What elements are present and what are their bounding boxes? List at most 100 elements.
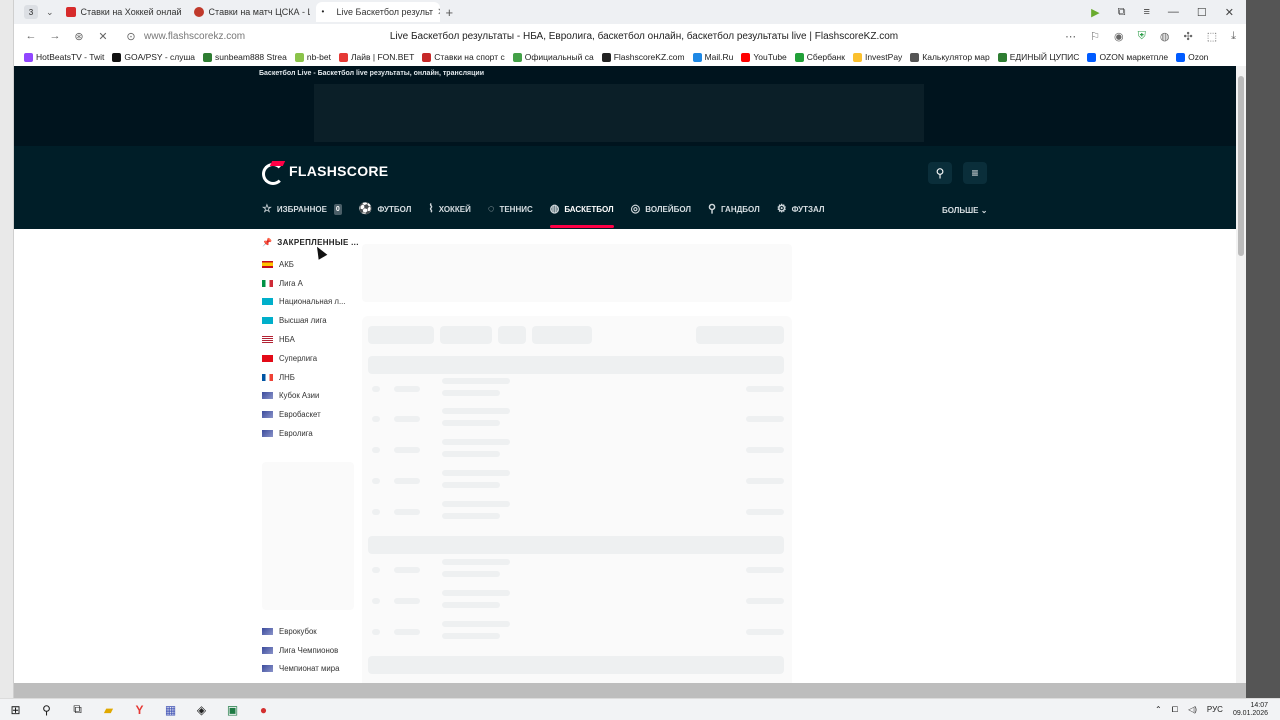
league-item[interactable]: Еврокубок (262, 622, 362, 641)
skeleton-time (394, 629, 420, 635)
bookmark-item[interactable]: HotBeatsTV - Twit (24, 52, 104, 62)
yandex-browser-icon[interactable]: Y (124, 703, 155, 717)
skeleton-time (394, 447, 420, 453)
volume-icon[interactable]: ◁) (1188, 705, 1197, 714)
tab-hockey[interactable]: Ставки на Хоккей онлайн (60, 2, 182, 22)
vpn-icon[interactable]: ◍ (1160, 30, 1170, 43)
search-icon[interactable]: ⚲ (31, 703, 62, 717)
forward-icon[interactable]: → (48, 30, 62, 42)
nav-handball[interactable]: ⚲ ГАНДБОЛ (708, 202, 760, 228)
league-item[interactable]: Евролига (262, 424, 362, 443)
more-icon[interactable]: ⋯ (1065, 30, 1076, 43)
menu-button[interactable]: ≡ (963, 162, 987, 184)
league-label: Кубок Азии (279, 391, 320, 401)
more-menu[interactable]: БОЛЬШЕ ⌄ (942, 206, 987, 215)
bookmark-item[interactable]: GOA/PSY - слуша (112, 52, 195, 62)
league-item[interactable]: Высшая лига (262, 311, 362, 330)
league-item[interactable]: ЛНБ (262, 368, 362, 387)
bookmark-icon[interactable]: ⚐ (1090, 30, 1100, 43)
nav-label: ФУТЗАЛ (791, 205, 825, 214)
tab-count[interactable]: 3 (24, 5, 38, 19)
tab-label: Ставки на матч ЦСКА - Ш (208, 7, 310, 17)
calculator-icon[interactable]: ▦ (155, 703, 186, 717)
collections-icon[interactable]: ⧉ (1118, 6, 1126, 19)
bookmark-item[interactable]: Ставки на спорт с (422, 52, 505, 62)
extensions-icon[interactable]: ⬚ (1207, 30, 1217, 43)
shield-icon[interactable]: ⛨ (1138, 30, 1146, 43)
back-icon[interactable]: ← (24, 30, 38, 42)
home-icon[interactable]: ⊛ (72, 30, 86, 43)
bookmark-item[interactable]: nb-bet (294, 52, 331, 62)
window-controls: ▶ ⧉ ≡ — ☐ ✕ (1091, 6, 1234, 19)
bookmark-item[interactable]: Лайв | FON.BET (338, 52, 414, 62)
skeleton-tab (440, 326, 492, 344)
file-explorer-icon[interactable]: ▰ (93, 703, 124, 717)
tray-chevron-icon[interactable]: ⌃ (1155, 705, 1162, 714)
bookmark-item[interactable]: YouTube (741, 52, 787, 62)
extension-icon[interactable]: ▶ (1091, 6, 1099, 19)
bookmark-favicon-icon (112, 52, 122, 62)
skeleton-team (442, 439, 510, 445)
start-icon[interactable]: ⊞ (0, 703, 31, 717)
nav-hockey[interactable]: ⌇ ХОККЕЙ (428, 202, 471, 228)
scrollbar-thumb[interactable] (1238, 76, 1244, 256)
nav-football[interactable]: ⚽ ФУТБОЛ (359, 202, 411, 228)
extension-icon[interactable]: ◉ (1114, 30, 1124, 43)
italy-flag-icon (262, 279, 273, 287)
clock[interactable]: 14:07 09.01.2026 (1233, 702, 1268, 718)
league-item[interactable]: Суперлига (262, 349, 362, 368)
tab-cska[interactable]: Ставки на матч ЦСКА - Ш (188, 2, 310, 22)
task-view-icon[interactable]: ⧉ (62, 702, 93, 717)
url-field[interactable]: www.flashscorekz.com (144, 31, 364, 42)
bookmark-item[interactable]: FlashscoreKZ.com (601, 52, 685, 62)
nav-futsal[interactable]: ⚙ ФУТЗАЛ (777, 202, 825, 228)
sport-nav: ☆ ИЗБРАННОЕ 0 ⚽ ФУТБОЛ ⌇ ХОККЕЙ ◌ ТЕННИС ◍ БАСКЕТБ… (262, 202, 841, 228)
nav-tennis[interactable]: ◌ ТЕННИС (488, 202, 533, 228)
league-item[interactable]: НБА (262, 330, 362, 349)
bookmark-item[interactable]: Официальный са (512, 52, 594, 62)
league-item[interactable]: Чемпионат мира (262, 660, 362, 679)
nav-label: ВОЛЕЙБОЛ (645, 205, 691, 214)
app-icon[interactable]: ◈ (186, 703, 217, 717)
bookmark-item[interactable]: sunbeam888 Strea (203, 52, 287, 62)
reload-icon[interactable]: ✕ (96, 30, 110, 43)
opera-icon[interactable]: ● (248, 703, 279, 717)
tab-list-chevron-icon[interactable]: ⌄ (46, 7, 54, 18)
language-indicator[interactable]: РУС (1207, 705, 1223, 714)
menu-icon[interactable]: ≡ (1143, 6, 1149, 19)
security-icon[interactable]: ⊙ (124, 30, 138, 43)
skeleton-time (394, 567, 420, 573)
nav-star[interactable]: ☆ ИЗБРАННОЕ 0 (262, 202, 342, 228)
league-label: Евробаскет (279, 410, 321, 420)
network-icon[interactable]: ⧠ (1172, 705, 1178, 715)
flashscore-logo[interactable]: FLASHSCORE (262, 161, 388, 185)
nav-volleyball[interactable]: ◎ ВОЛЕЙБОЛ (631, 202, 691, 228)
bookmark-item[interactable]: ЕДИНЫЙ ЦУПИС (997, 52, 1079, 62)
nav-basketball[interactable]: ◍ БАСКЕТБОЛ (549, 202, 614, 228)
search-button[interactable]: ⚲ (928, 162, 952, 184)
skeleton-team (442, 633, 500, 639)
bookmark-item[interactable]: OZON маркетпле (1087, 52, 1168, 62)
bookmark-item[interactable]: Mail.Ru (692, 52, 733, 62)
bookmark-item[interactable]: Ozon (1176, 52, 1208, 62)
excel-icon[interactable]: ▣ (217, 703, 248, 717)
league-item[interactable]: АКБ (262, 255, 362, 274)
league-item[interactable]: Кубок Азии (262, 387, 362, 406)
league-item[interactable]: Лига Чемпионов (262, 641, 362, 660)
close-tab-icon[interactable]: ✕ (433, 7, 439, 18)
league-item[interactable]: Евробаскет (262, 405, 362, 424)
bookmark-label: Официальный са (524, 52, 594, 62)
new-tab-icon[interactable]: + (446, 5, 454, 20)
bookmark-item[interactable]: InvestPay (852, 52, 902, 62)
bookmark-item[interactable]: Калькулятор мар (910, 52, 990, 62)
minimize-icon[interactable]: — (1168, 6, 1179, 19)
maximize-icon[interactable]: ☐ (1197, 6, 1207, 19)
page-scrollbar[interactable] (1236, 66, 1246, 683)
league-item[interactable]: Национальная л... (262, 293, 362, 312)
bookmark-item[interactable]: Сбербанк (794, 52, 845, 62)
close-window-icon[interactable]: ✕ (1225, 6, 1234, 19)
league-item[interactable]: Лига А (262, 274, 362, 293)
download-icon[interactable]: ⤓ (1231, 30, 1236, 43)
puzzle-icon[interactable]: ✣ (1184, 30, 1193, 43)
tab-basketball[interactable]: • Live Баскетбол результ ✕ (315, 2, 440, 22)
